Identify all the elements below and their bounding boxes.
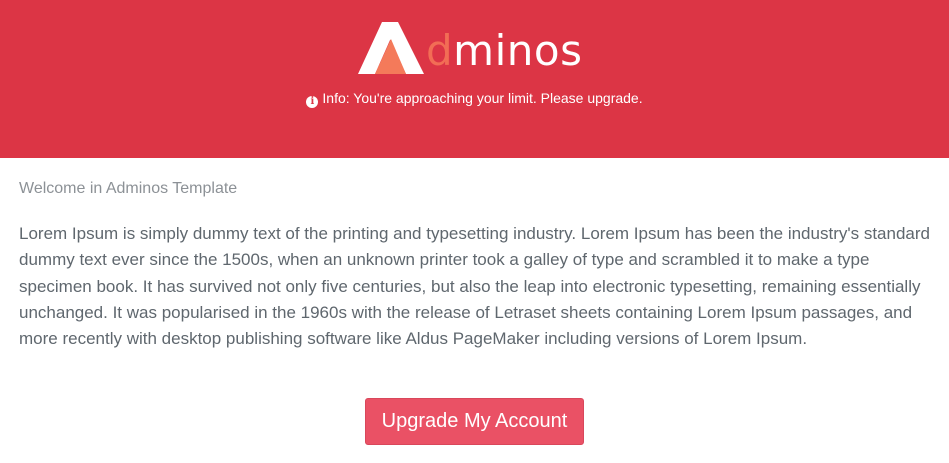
info-alert: i Info: You're approaching your limit. Pl…	[0, 89, 949, 108]
info-circle-icon: i	[306, 96, 319, 108]
logo-suffix: minos	[453, 26, 583, 75]
logo-a-mark-icon	[358, 22, 424, 74]
header-banner: dminos i Info: You're approaching your li…	[0, 0, 949, 158]
logo-accent-letter: d	[426, 26, 454, 75]
logo-wordmark: dminos	[426, 30, 582, 72]
adminos-logo[interactable]: dminos	[358, 18, 582, 74]
welcome-heading: Welcome in Adminos Template	[19, 180, 238, 197]
body-paragraph: Lorem Ipsum is simply dummy text of the …	[19, 224, 930, 349]
info-text: Info: You're approaching your limit. Ple…	[322, 90, 643, 106]
upgrade-account-button[interactable]: Upgrade My Account	[365, 398, 584, 445]
page: dminos i Info: You're approaching your li…	[0, 0, 949, 463]
